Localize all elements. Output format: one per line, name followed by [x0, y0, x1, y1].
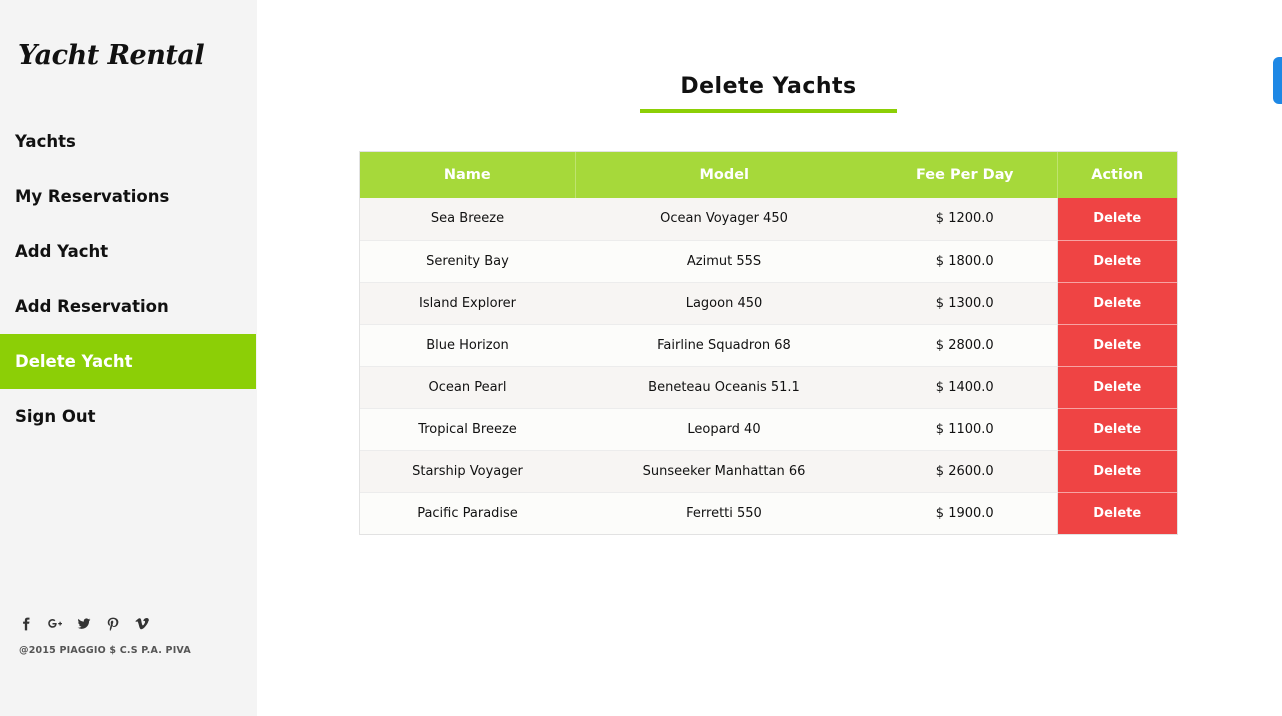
yacht-model: Beneteau Oceanis 51.1 [575, 366, 873, 409]
table-header-row: Name Model Fee Per Day Action [360, 152, 1177, 198]
table-row: Tropical Breeze Leopard 40 $ 1100.0 Dele… [360, 408, 1177, 451]
table-row: Starship Voyager Sunseeker Manhattan 66 … [360, 450, 1177, 493]
delete-button[interactable]: Delete [1056, 366, 1177, 409]
sidebar-item-delete-yacht[interactable]: Delete Yacht [0, 334, 256, 389]
yacht-fee: $ 1400.0 [873, 366, 1057, 409]
sidebar-item-add-yacht[interactable]: Add Yacht [0, 224, 256, 279]
yacht-name: Ocean Pearl [360, 366, 575, 409]
title-underline [640, 109, 897, 113]
yacht-fee: $ 1200.0 [873, 198, 1057, 241]
yacht-model: Sunseeker Manhattan 66 [575, 450, 873, 493]
table-row: Serenity Bay Azimut 55S $ 1800.0 Delete [360, 240, 1177, 283]
delete-button[interactable]: Delete [1056, 240, 1177, 283]
delete-button[interactable]: Delete [1056, 324, 1177, 367]
yacht-name: Serenity Bay [360, 240, 575, 283]
table-row: Ocean Pearl Beneteau Oceanis 51.1 $ 1400… [360, 366, 1177, 409]
yacht-model: Azimut 55S [575, 240, 873, 283]
page-title: Delete Yachts [680, 74, 857, 99]
yacht-name: Island Explorer [360, 282, 575, 325]
sidebar-item-my-reservations[interactable]: My Reservations [0, 169, 256, 224]
delete-button[interactable]: Delete [1056, 492, 1177, 534]
sidebar-item-sign-out[interactable]: Sign Out [0, 389, 256, 444]
yacht-fee: $ 1300.0 [873, 282, 1057, 325]
yacht-model: Leopard 40 [575, 408, 873, 451]
pinterest-icon[interactable] [105, 616, 121, 632]
table-row: Island Explorer Lagoon 450 $ 1300.0 Dele… [360, 282, 1177, 325]
delete-button[interactable]: Delete [1056, 282, 1177, 325]
side-tab-handle[interactable] [1273, 57, 1282, 104]
yacht-model: Fairline Squadron 68 [575, 324, 873, 367]
facebook-icon[interactable] [18, 616, 34, 632]
yacht-fee: $ 1100.0 [873, 408, 1057, 451]
yacht-fee: $ 2600.0 [873, 450, 1057, 493]
yacht-name: Blue Horizon [360, 324, 575, 367]
yachts-table: Name Model Fee Per Day Action Sea Breeze… [359, 151, 1178, 535]
yacht-fee: $ 1900.0 [873, 492, 1057, 534]
delete-button[interactable]: Delete [1056, 408, 1177, 451]
twitter-icon[interactable] [76, 616, 92, 632]
sidebar-item-add-reservation[interactable]: Add Reservation [0, 279, 256, 334]
column-header-model: Model [575, 152, 873, 198]
yacht-name: Starship Voyager [360, 450, 575, 493]
column-header-action: Action [1056, 152, 1177, 198]
sidebar: Yacht Rental Yachts My Reservations Add … [0, 0, 257, 716]
sidebar-item-yachts[interactable]: Yachts [0, 114, 256, 169]
yacht-model: Lagoon 450 [575, 282, 873, 325]
column-header-name: Name [360, 152, 576, 198]
column-header-fee: Fee Per Day [873, 152, 1058, 198]
logo[interactable]: Yacht Rental [18, 40, 205, 71]
delete-button[interactable]: Delete [1056, 198, 1177, 241]
vimeo-icon[interactable] [134, 616, 150, 632]
yacht-model: Ferretti 550 [575, 492, 873, 534]
table-row: Blue Horizon Fairline Squadron 68 $ 2800… [360, 324, 1177, 367]
table-row: Pacific Paradise Ferretti 550 $ 1900.0 D… [360, 492, 1177, 534]
sidebar-nav: Yachts My Reservations Add Yacht Add Res… [0, 114, 256, 444]
table-row: Sea Breeze Ocean Voyager 450 $ 1200.0 De… [360, 198, 1177, 241]
yacht-name: Sea Breeze [360, 198, 575, 241]
yacht-fee: $ 2800.0 [873, 324, 1057, 367]
delete-button[interactable]: Delete [1056, 450, 1177, 493]
yacht-name: Tropical Breeze [360, 408, 575, 451]
social-links [18, 616, 150, 632]
yacht-fee: $ 1800.0 [873, 240, 1057, 283]
google-plus-icon[interactable] [47, 616, 63, 632]
yacht-name: Pacific Paradise [360, 492, 575, 534]
copyright-text: @2015 PIAGGIO $ C.S P.A. PIVA [19, 645, 191, 656]
yacht-model: Ocean Voyager 450 [575, 198, 873, 241]
